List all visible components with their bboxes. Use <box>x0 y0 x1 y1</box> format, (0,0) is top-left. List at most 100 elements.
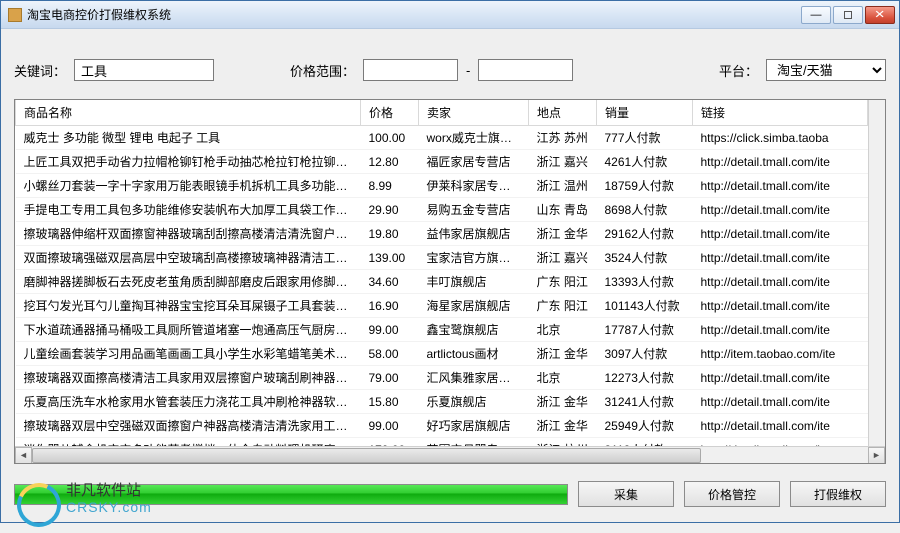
keyword-input[interactable] <box>74 59 214 81</box>
cell-name: 擦玻璃器双面擦高楼清洁工具家用双层擦窗户玻璃刮刷神器高层清洗 <box>16 366 361 390</box>
cell-location: 广东 阳江 <box>529 270 597 294</box>
cell-link: http://detail.tmall.com/ite <box>693 318 868 342</box>
cell-name: 乐夏高压洗车水枪家用水管套装压力浇花工具冲刷枪神器软管喷头 <box>16 390 361 414</box>
cell-price: 12.80 <box>361 150 419 174</box>
table-row[interactable]: 威克士 多功能 微型 锂电 电起子 工具100.00worx威克士旗舰店江苏 苏… <box>16 126 868 150</box>
platform-select[interactable]: 淘宝/天猫 <box>766 59 886 81</box>
col-seller[interactable]: 卖家 <box>419 100 529 126</box>
cell-price: 139.00 <box>361 246 419 270</box>
cell-location: 浙江 金华 <box>529 342 597 366</box>
maximize-button[interactable] <box>833 6 863 24</box>
cell-name: 上匠工具双把手动省力拉帽枪铆钉枪手动抽芯枪拉钉枪拉铆枪铆钉枪 <box>16 150 361 174</box>
cell-location: 浙江 嘉兴 <box>529 150 597 174</box>
results-panel: 商品名称 价格 卖家 地点 销量 链接 威克士 多功能 微型 锂电 电起子 工具… <box>14 99 886 464</box>
collect-button[interactable]: 采集 <box>578 481 674 507</box>
cell-location: 北京 <box>529 366 597 390</box>
table-row[interactable]: 挖耳勺发光耳勺儿童掏耳神器宝宝挖耳朵耳屎镊子工具套装采耳带灯16.90海星家居旗… <box>16 294 868 318</box>
table-row[interactable]: 迷你婴儿辅食机宝宝多功能蒸煮搅拌一体全自动料理机研磨器工具179.00艾因宝母婴… <box>16 438 868 447</box>
cell-name: 威克士 多功能 微型 锂电 电起子 工具 <box>16 126 361 150</box>
cell-name: 磨脚神器搓脚板石去死皮老茧角质刮脚部磨皮后跟家用修脚器刀工具 <box>16 270 361 294</box>
window-title: 淘宝电商控价打假维权系统 <box>27 6 801 23</box>
keyword-label: 关键词： <box>14 61 66 80</box>
price-control-button[interactable]: 价格管控 <box>684 481 780 507</box>
cell-price: 16.90 <box>361 294 419 318</box>
cell-link: http://detail.tmall.com/ite <box>693 246 868 270</box>
table-row[interactable]: 小螺丝刀套装一字十字家用万能表眼镜手机拆机工具多功能梅花六角8.99伊莱科家居专… <box>16 174 868 198</box>
cell-seller: 好巧家居旗舰店 <box>419 414 529 438</box>
cell-link: https://click.simba.taoba <box>693 126 868 150</box>
cell-seller: 鑫宝鹭旗舰店 <box>419 318 529 342</box>
search-row: 关键词： 价格范围： - 平台： 淘宝/天猫 <box>14 59 886 81</box>
horizontal-scrollbar[interactable]: ◄ ► <box>15 446 885 463</box>
title-bar: 淘宝电商控价打假维权系统 — ✕ <box>1 1 899 29</box>
cell-price: 29.90 <box>361 198 419 222</box>
cell-link: http://detail.tmall.com/ite <box>693 174 868 198</box>
col-sales[interactable]: 销量 <box>597 100 693 126</box>
table-row[interactable]: 儿童绘画套装学习用品画笔画画工具小学生水彩笔蜡笔美术文具礼盒58.00artli… <box>16 342 868 366</box>
col-name[interactable]: 商品名称 <box>16 100 361 126</box>
cell-location: 浙江 金华 <box>529 414 597 438</box>
price-to-input[interactable] <box>478 59 573 81</box>
cell-location: 北京 <box>529 318 597 342</box>
col-location[interactable]: 地点 <box>529 100 597 126</box>
cell-sales: 13393人付款 <box>597 270 693 294</box>
scroll-track[interactable] <box>32 447 868 464</box>
cell-location: 江苏 苏州 <box>529 126 597 150</box>
vertical-scrollbar[interactable] <box>868 100 885 446</box>
cell-link: http://detail.tmall.com/ite <box>693 198 868 222</box>
progress-bar <box>14 484 568 505</box>
cell-name: 手提电工专用工具包多功能维修安装帆布大加厚工具袋工作腰包小号 <box>16 198 361 222</box>
cell-sales: 25949人付款 <box>597 414 693 438</box>
table-row[interactable]: 擦玻璃器伸缩杆双面擦窗神器玻璃刮刮擦高楼清洁清洗窗户工具家用19.80益伟家居旗… <box>16 222 868 246</box>
bottom-row: 采集 价格管控 打假维权 <box>14 476 886 512</box>
scroll-left-arrow[interactable]: ◄ <box>15 447 32 464</box>
table-row[interactable]: 擦玻璃器双面擦高楼清洁工具家用双层擦窗户玻璃刮刷神器高层清洗79.00汇风集雅家… <box>16 366 868 390</box>
cell-seller: 益伟家居旗舰店 <box>419 222 529 246</box>
cell-seller: artlictous画材 <box>419 342 529 366</box>
table-row[interactable]: 手提电工专用工具包多功能维修安装帆布大加厚工具袋工作腰包小号29.90易购五金专… <box>16 198 868 222</box>
cell-sales: 101143人付款 <box>597 294 693 318</box>
window-button-group: — ✕ <box>801 6 895 24</box>
cell-link: http://detail.tmall.com/ite <box>693 294 868 318</box>
cell-location: 山东 青岛 <box>529 198 597 222</box>
cell-name: 下水道疏通器捅马桶吸工具厕所管道堵塞一炮通高压气厨房家用神器 <box>16 318 361 342</box>
rights-button[interactable]: 打假维权 <box>790 481 886 507</box>
cell-link: http://item.taobao.com/ite <box>693 342 868 366</box>
table-row[interactable]: 乐夏高压洗车水枪家用水管套装压力浇花工具冲刷枪神器软管喷头15.80乐夏旗舰店浙… <box>16 390 868 414</box>
table-row[interactable]: 双面擦玻璃强磁双层高层中空玻璃刮高楼擦玻璃神器清洁工具擦窗器139.00宝家洁官… <box>16 246 868 270</box>
cell-price: 99.00 <box>361 318 419 342</box>
table-row[interactable]: 磨脚神器搓脚板石去死皮老茧角质刮脚部磨皮后跟家用修脚器刀工具34.60丰叮旗舰店… <box>16 270 868 294</box>
table-row[interactable]: 下水道疏通器捅马桶吸工具厕所管道堵塞一炮通高压气厨房家用神器99.00鑫宝鹭旗舰… <box>16 318 868 342</box>
cell-sales: 4261人付款 <box>597 150 693 174</box>
cell-price: 79.00 <box>361 366 419 390</box>
close-button[interactable]: ✕ <box>865 6 895 24</box>
cell-link: http://detail.tmall.com/ite <box>693 150 868 174</box>
col-price[interactable]: 价格 <box>361 100 419 126</box>
cell-price: 34.60 <box>361 270 419 294</box>
cell-seller: 宝家洁官方旗舰店 <box>419 246 529 270</box>
price-from-input[interactable] <box>363 59 458 81</box>
col-link[interactable]: 链接 <box>693 100 868 126</box>
cell-link: http://detail.tmall.com/ite <box>693 366 868 390</box>
cell-sales: 777人付款 <box>597 126 693 150</box>
cell-name: 擦玻璃器伸缩杆双面擦窗神器玻璃刮刮擦高楼清洁清洗窗户工具家用 <box>16 222 361 246</box>
cell-price: 15.80 <box>361 390 419 414</box>
cell-seller: 海星家居旗舰店 <box>419 294 529 318</box>
cell-price: 100.00 <box>361 126 419 150</box>
price-label: 价格范围： <box>290 61 355 80</box>
progress-fill <box>15 485 567 504</box>
scroll-right-arrow[interactable]: ► <box>868 447 885 464</box>
table-row[interactable]: 上匠工具双把手动省力拉帽枪铆钉枪手动抽芯枪拉钉枪拉铆枪铆钉枪12.80福匠家居专… <box>16 150 868 174</box>
cell-location: 浙江 金华 <box>529 390 597 414</box>
cell-sales: 29162人付款 <box>597 222 693 246</box>
cell-link: http://detail.tmall.com/ite <box>693 414 868 438</box>
cell-name: 双面擦玻璃强磁双层高层中空玻璃刮高楼擦玻璃神器清洁工具擦窗器 <box>16 246 361 270</box>
cell-sales: 3118人付款 <box>597 438 693 447</box>
scroll-thumb[interactable] <box>32 448 701 463</box>
cell-price: 19.80 <box>361 222 419 246</box>
minimize-button[interactable]: — <box>801 6 831 24</box>
cell-seller: 福匠家居专营店 <box>419 150 529 174</box>
cell-sales: 3524人付款 <box>597 246 693 270</box>
cell-seller: 汇风集雅家居专营店 <box>419 366 529 390</box>
table-row[interactable]: 擦玻璃器双层中空强磁双面擦窗户神器高楼清洁清洗家用工具刷刮擦99.00好巧家居旗… <box>16 414 868 438</box>
